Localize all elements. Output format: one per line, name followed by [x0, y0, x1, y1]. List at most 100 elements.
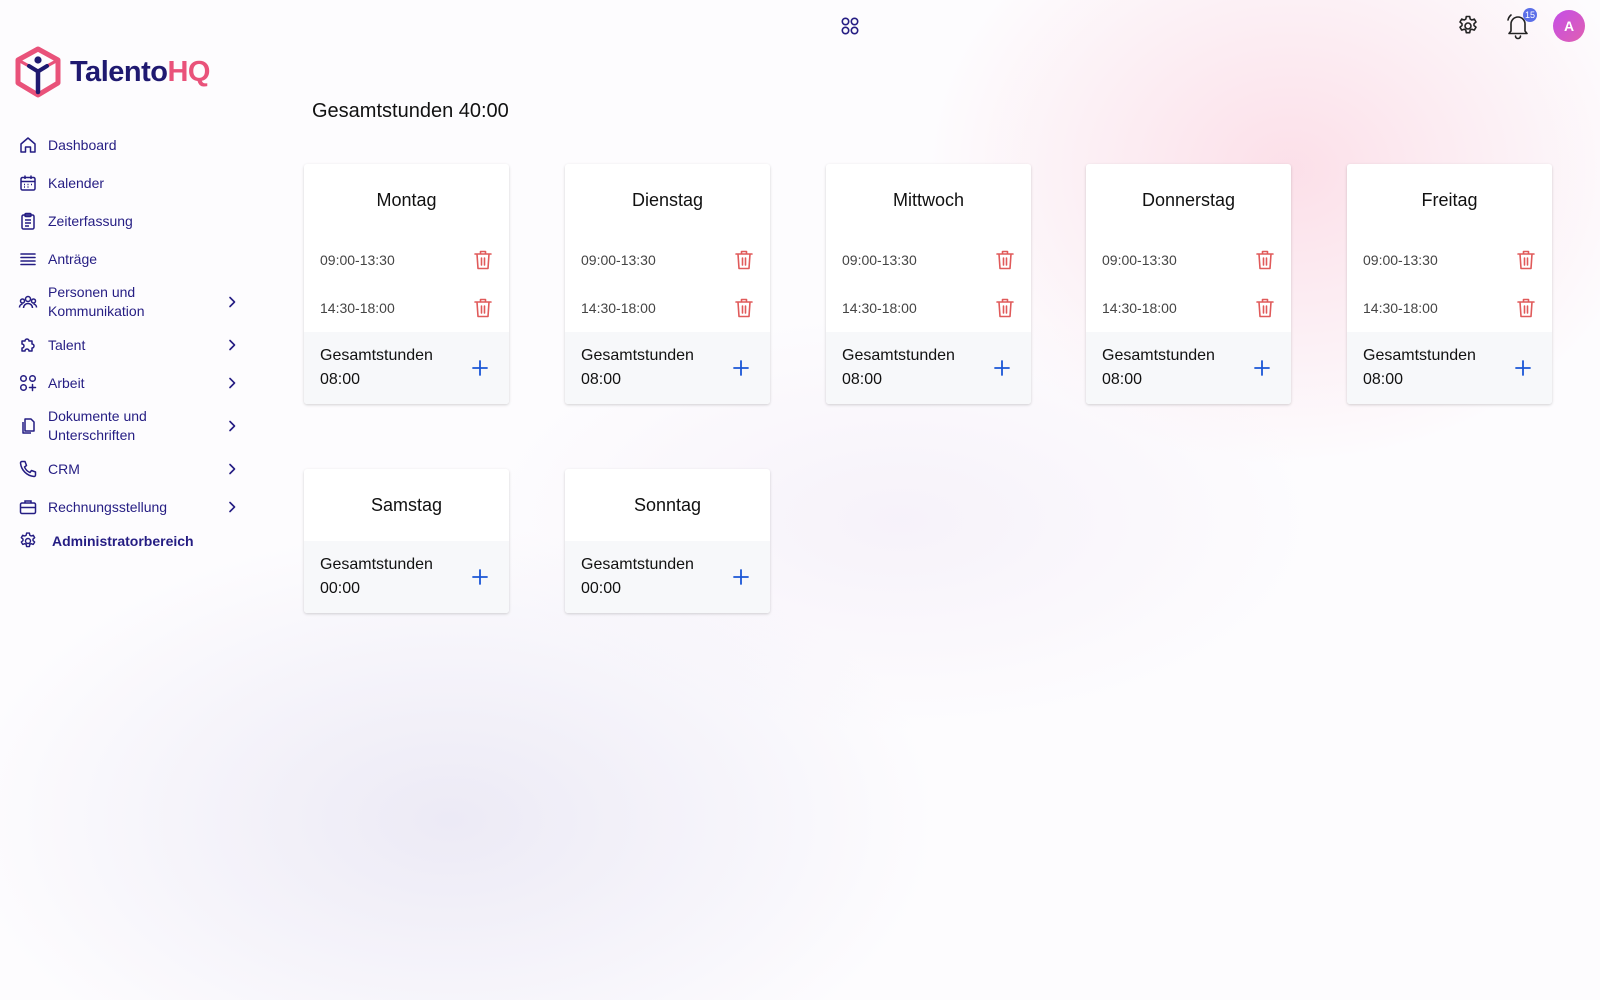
day-total-label: Gesamtstunden [842, 347, 955, 364]
day-card-sonntag: Sonntag Gesamtstunden 00:00 [565, 469, 770, 613]
sidebar-item-label: Personen und Kommunikation [48, 284, 145, 319]
brand-name: TalentoHQ [70, 56, 210, 89]
time-slot-range: 09:00-13:30 [1363, 252, 1438, 268]
day-total-value: 00:00 [320, 580, 361, 597]
day-total-label: Gesamtstunden [320, 556, 433, 573]
add-icon[interactable] [993, 359, 1011, 377]
sidebar-item-kalender[interactable]: Kalender [0, 164, 260, 202]
calendar-icon [18, 173, 38, 193]
trash-icon[interactable] [734, 297, 754, 319]
time-slot: 09:00-13:30 [1347, 236, 1552, 284]
day-total-text: Gesamtstunden 08:00 [1102, 344, 1215, 392]
sidebar-item-label: Rechnungsstellung [48, 498, 168, 515]
day-total-value: 08:00 [1363, 371, 1404, 388]
time-slot-range: 09:00-13:30 [581, 252, 656, 268]
sidebar-item-label: Kalender [48, 174, 105, 191]
add-icon[interactable] [471, 359, 489, 377]
sidebar-item-label: CRM [48, 460, 80, 477]
add-icon[interactable] [1514, 359, 1532, 377]
trash-icon[interactable] [473, 297, 493, 319]
time-slot: 09:00-13:30 [826, 236, 1031, 284]
puzzle-icon [18, 335, 38, 355]
day-title: Mittwoch [892, 190, 964, 210]
sidebar-item-label: Administratorbereich [52, 532, 194, 549]
time-slot-range: 14:30-18:00 [320, 300, 395, 316]
brand-name-part2: HQ [167, 55, 210, 88]
day-total: Gesamtstunden 08:00 [1347, 332, 1552, 404]
time-slot: 14:30-18:00 [1347, 284, 1552, 332]
sidebar-item-dokumente-und-unterschriften[interactable]: Dokumente und Unterschriften [0, 402, 260, 450]
clipboard-icon [18, 211, 38, 231]
time-slot: 09:00-13:30 [1086, 236, 1291, 284]
sidebar-item-zeiterfassung[interactable]: Zeiterfassung [0, 202, 260, 240]
add-icon[interactable] [732, 359, 750, 377]
day-total: Gesamtstunden 00:00 [565, 541, 770, 613]
grid-plus-icon [18, 373, 38, 393]
trash-icon[interactable] [473, 249, 493, 271]
day-total-text: Gesamtstunden 08:00 [1363, 344, 1476, 392]
home-icon [18, 135, 38, 155]
chevron-right-icon [229, 501, 236, 513]
day-total-label: Gesamtstunden [581, 556, 694, 573]
day-total-label: Gesamtstunden [1102, 347, 1215, 364]
sidebar-item-label: Anträge [48, 250, 98, 267]
time-slot-range: 14:30-18:00 [842, 300, 917, 316]
sidebar-item-antraege[interactable]: Anträge [0, 240, 260, 278]
sidebar-item-crm[interactable]: CRM [0, 450, 260, 488]
day-total-label: Gesamtstunden [581, 347, 694, 364]
gear-icon[interactable] [1456, 14, 1480, 38]
sidebar-item-dashboard[interactable]: Dashboard [0, 126, 260, 164]
day-total-value: 08:00 [1102, 371, 1143, 388]
day-total-text: Gesamtstunden 08:00 [320, 344, 433, 392]
time-slot: 09:00-13:30 [565, 236, 770, 284]
sidebar-item-label: Zeiterfassung [48, 212, 133, 229]
trash-icon[interactable] [1516, 297, 1536, 319]
time-slot: 14:30-18:00 [304, 284, 509, 332]
time-slot-range: 09:00-13:30 [320, 252, 395, 268]
avatar[interactable]: A [1553, 10, 1585, 42]
sidebar-item-administratorbereich[interactable]: Administratorbereich [0, 526, 260, 556]
day-total: Gesamtstunden 08:00 [826, 332, 1031, 404]
sidebar-item-label: Talent [48, 336, 86, 353]
logo-cube-icon [15, 46, 61, 98]
time-slot-range: 14:30-18:00 [581, 300, 656, 316]
add-icon[interactable] [471, 568, 489, 586]
trash-icon[interactable] [1255, 249, 1275, 271]
trash-icon[interactable] [1516, 249, 1536, 271]
trash-icon[interactable] [995, 249, 1015, 271]
day-total-value: 00:00 [581, 580, 622, 597]
day-total-text: Gesamtstunden 00:00 [581, 553, 694, 601]
time-slot-range: 09:00-13:30 [842, 252, 917, 268]
time-slot-range: 14:30-18:00 [1363, 300, 1438, 316]
apps-grid-icon[interactable] [840, 16, 860, 36]
sidebar-item-arbeit[interactable]: Arbeit [0, 364, 260, 402]
day-total-value: 08:00 [581, 371, 622, 388]
sidebar-item-label: Dokumente und Unterschriften [48, 408, 147, 443]
chevron-right-icon [229, 339, 236, 351]
brand-logo[interactable]: TalentoHQ [14, 46, 210, 98]
add-icon[interactable] [732, 568, 750, 586]
time-slot-range: 09:00-13:30 [1102, 252, 1177, 268]
trash-icon[interactable] [734, 249, 754, 271]
day-title: Donnerstag [1141, 190, 1236, 210]
day-card-donnerstag: Donnerstag 09:00-13:30 14:30-18:00 Gesam… [1086, 164, 1291, 404]
day-card-samstag: Samstag Gesamtstunden 00:00 [304, 469, 509, 613]
day-title: Montag [376, 190, 437, 210]
add-icon[interactable] [1253, 359, 1271, 377]
sidebar-item-talent[interactable]: Talent [0, 326, 260, 364]
day-total-value: 08:00 [842, 371, 883, 388]
chevron-right-icon [229, 420, 236, 432]
day-total: Gesamtstunden 08:00 [1086, 332, 1291, 404]
sidebar-item-label: Dashboard [48, 136, 117, 153]
chevron-right-icon [229, 463, 236, 475]
page-title: Gesamtstunden 40:00 [312, 100, 509, 122]
day-total-text: Gesamtstunden 08:00 [581, 344, 694, 392]
day-title: Samstag [370, 495, 443, 515]
brand-name-part1: Talento [70, 55, 168, 88]
sidebar-item-personen-und-kommunikation[interactable]: Personen und Kommunikation [0, 278, 260, 326]
documents-icon [18, 416, 38, 436]
people-icon [18, 292, 38, 312]
trash-icon[interactable] [1255, 297, 1275, 319]
sidebar-item-rechnungsstellung[interactable]: Rechnungsstellung [0, 488, 260, 526]
trash-icon[interactable] [995, 297, 1015, 319]
